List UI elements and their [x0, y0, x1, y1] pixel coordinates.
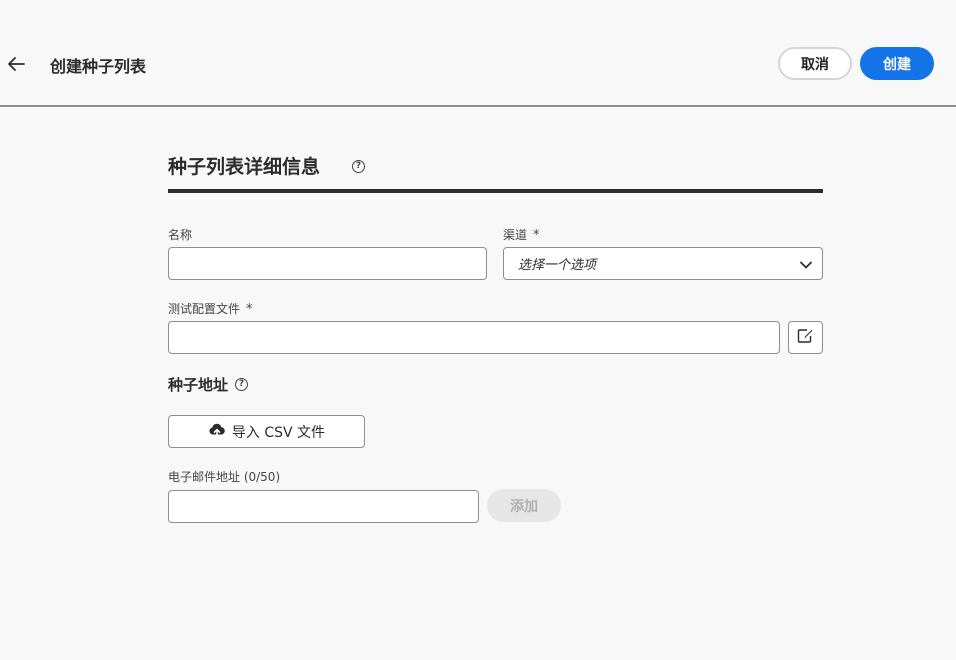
import-csv-label: 导入 CSV 文件 [231, 424, 326, 441]
seed-addresses-title: 种子地址 ? [168, 374, 249, 395]
cancel-button[interactable]: 取消 [778, 47, 852, 80]
section-divider [168, 189, 823, 193]
chevron-down-icon [800, 254, 812, 273]
seed-addresses-title-text: 种子地址 [168, 376, 229, 394]
profile-label: 测试配置文件 * [168, 300, 253, 317]
page-title: 创建种子列表 [50, 57, 147, 76]
email-label: 电子邮件地址 (0/50) [168, 468, 280, 485]
profile-label-text: 测试配置文件 [168, 302, 241, 316]
create-button[interactable]: 创建 [860, 47, 934, 80]
help-icon[interactable]: ? [235, 378, 249, 391]
back-arrow-icon[interactable] [4, 52, 28, 76]
profile-input[interactable] [169, 322, 779, 353]
email-label-text: 电子邮件地址 (0/50) [168, 470, 281, 484]
section-title-text: 种子列表详细信息 [168, 156, 321, 178]
channel-label: 渠道 * [503, 226, 540, 243]
cloud-upload-icon [208, 423, 226, 441]
edit-icon [797, 328, 815, 348]
required-marker: * [246, 302, 253, 317]
name-field[interactable] [168, 247, 487, 280]
import-csv-button[interactable]: 导入 CSV 文件 [168, 415, 365, 448]
section-title: 种子列表详细信息 ? [168, 152, 365, 179]
channel-select[interactable]: 选择一个选项 [503, 247, 823, 280]
name-label-text: 名称 [168, 228, 193, 242]
name-label: 名称 [168, 226, 192, 243]
edit-profile-button[interactable] [788, 321, 823, 354]
email-input[interactable] [169, 491, 478, 522]
help-icon[interactable]: ? [352, 160, 365, 173]
profile-field[interactable] [168, 321, 780, 354]
channel-select-placeholder: 选择一个选项 [518, 258, 597, 273]
channel-label-text: 渠道 [503, 228, 528, 242]
email-field[interactable] [168, 490, 479, 523]
required-marker: * [533, 228, 540, 243]
add-button[interactable]: 添加 [487, 489, 561, 522]
page-header: 创建种子列表 取消 创建 [0, 0, 956, 107]
name-input[interactable] [169, 248, 486, 279]
